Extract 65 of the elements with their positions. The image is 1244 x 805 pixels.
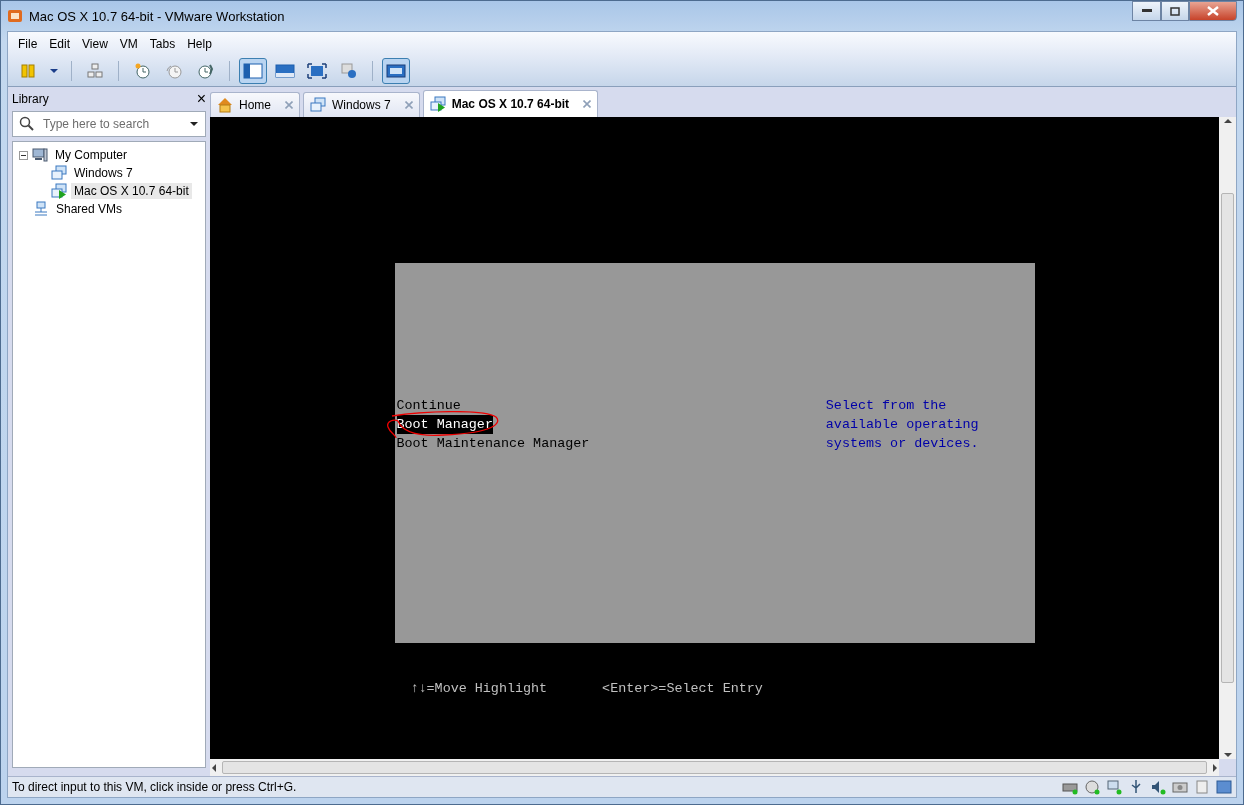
panel-title: Library [12, 92, 49, 106]
clock-icon [134, 63, 150, 79]
menu-item[interactable]: View [76, 37, 114, 51]
status-text: To direct input to this VM, click inside or press Ctrl+G. [12, 780, 297, 794]
vm-icon [51, 165, 67, 181]
scroll-up-icon[interactable] [1223, 117, 1232, 125]
caret-icon [49, 66, 59, 76]
close-button[interactable]: × [196, 92, 206, 106]
running-vm-icon [51, 183, 67, 199]
fullscreen-icon [307, 63, 327, 79]
menu-item[interactable]: VM [113, 37, 144, 51]
maximize-icon [1170, 6, 1180, 16]
collapse-toggle[interactable] [19, 150, 28, 160]
scroll-down-icon[interactable] [1223, 751, 1232, 759]
help-text: Select from the [825, 397, 948, 415]
sidebar-view-icon [243, 63, 263, 79]
boot-menu-item[interactable]: Boot Maintenance Manager [396, 434, 590, 453]
close-button[interactable] [1189, 1, 1237, 21]
close-icon [1207, 6, 1219, 16]
tab[interactable]: Mac OS X 10.7 64-bit [422, 90, 599, 117]
scroll-right-icon[interactable] [1211, 763, 1219, 772]
minimize-icon [1141, 9, 1152, 13]
network-icon [87, 63, 103, 79]
toolbar-button[interactable] [239, 58, 267, 84]
pause-icon [20, 63, 36, 79]
menu-item[interactable]: Tabs [143, 37, 182, 51]
house-icon [217, 97, 233, 113]
maximize-button[interactable] [1161, 1, 1189, 21]
camera-icon [1172, 779, 1188, 795]
tab[interactable]: Home [210, 92, 300, 117]
computer-icon [32, 147, 48, 163]
tree-item[interactable]: Shared VMs [53, 201, 126, 217]
key-hint: ↑↓=Move Highlight [410, 681, 548, 696]
scroll-left-icon[interactable] [210, 763, 218, 772]
menu-item[interactable]: File [12, 37, 44, 51]
shared-vms-icon [33, 201, 49, 217]
search-field[interactable]: Type here to search [12, 111, 206, 137]
minimize-button[interactable] [1132, 1, 1161, 21]
tree-item[interactable]: Mac OS X 10.7 64-bit [71, 183, 192, 199]
boot-menu-item[interactable]: Continue [396, 396, 461, 415]
tree-item[interactable]: Windows 7 [71, 165, 136, 181]
thumbnail-view-icon [386, 63, 406, 79]
horizontal-scrollbar[interactable] [210, 759, 1219, 776]
cd-icon [1084, 779, 1100, 795]
network-adapter-icon [1106, 779, 1122, 795]
window-title: Mac OS X 10.7 64-bit - VMware Workstation [29, 8, 286, 24]
clock-wrench-icon [198, 63, 214, 79]
running-vm-icon [429, 96, 446, 112]
clock-icon [166, 63, 182, 79]
menu-item[interactable]: Help [181, 37, 218, 51]
search-icon [19, 116, 35, 132]
key-hint: <Enter>=Select Entry [602, 681, 763, 696]
help-text: systems or devices. [825, 435, 979, 453]
vertical-scrollbar[interactable] [1219, 117, 1236, 759]
tree-item[interactable]: My Computer [52, 147, 131, 163]
menu-item[interactable]: Edit [43, 37, 77, 51]
console-view-icon [275, 63, 295, 79]
vm-icon [310, 97, 326, 113]
tab[interactable]: Windows 7 [303, 92, 420, 117]
close-icon[interactable] [583, 100, 592, 108]
caret-icon [189, 119, 199, 129]
toolbar-button[interactable] [382, 58, 410, 84]
app-icon [7, 8, 23, 24]
help-text: available operating [825, 416, 979, 434]
speaker-icon [1150, 779, 1166, 795]
